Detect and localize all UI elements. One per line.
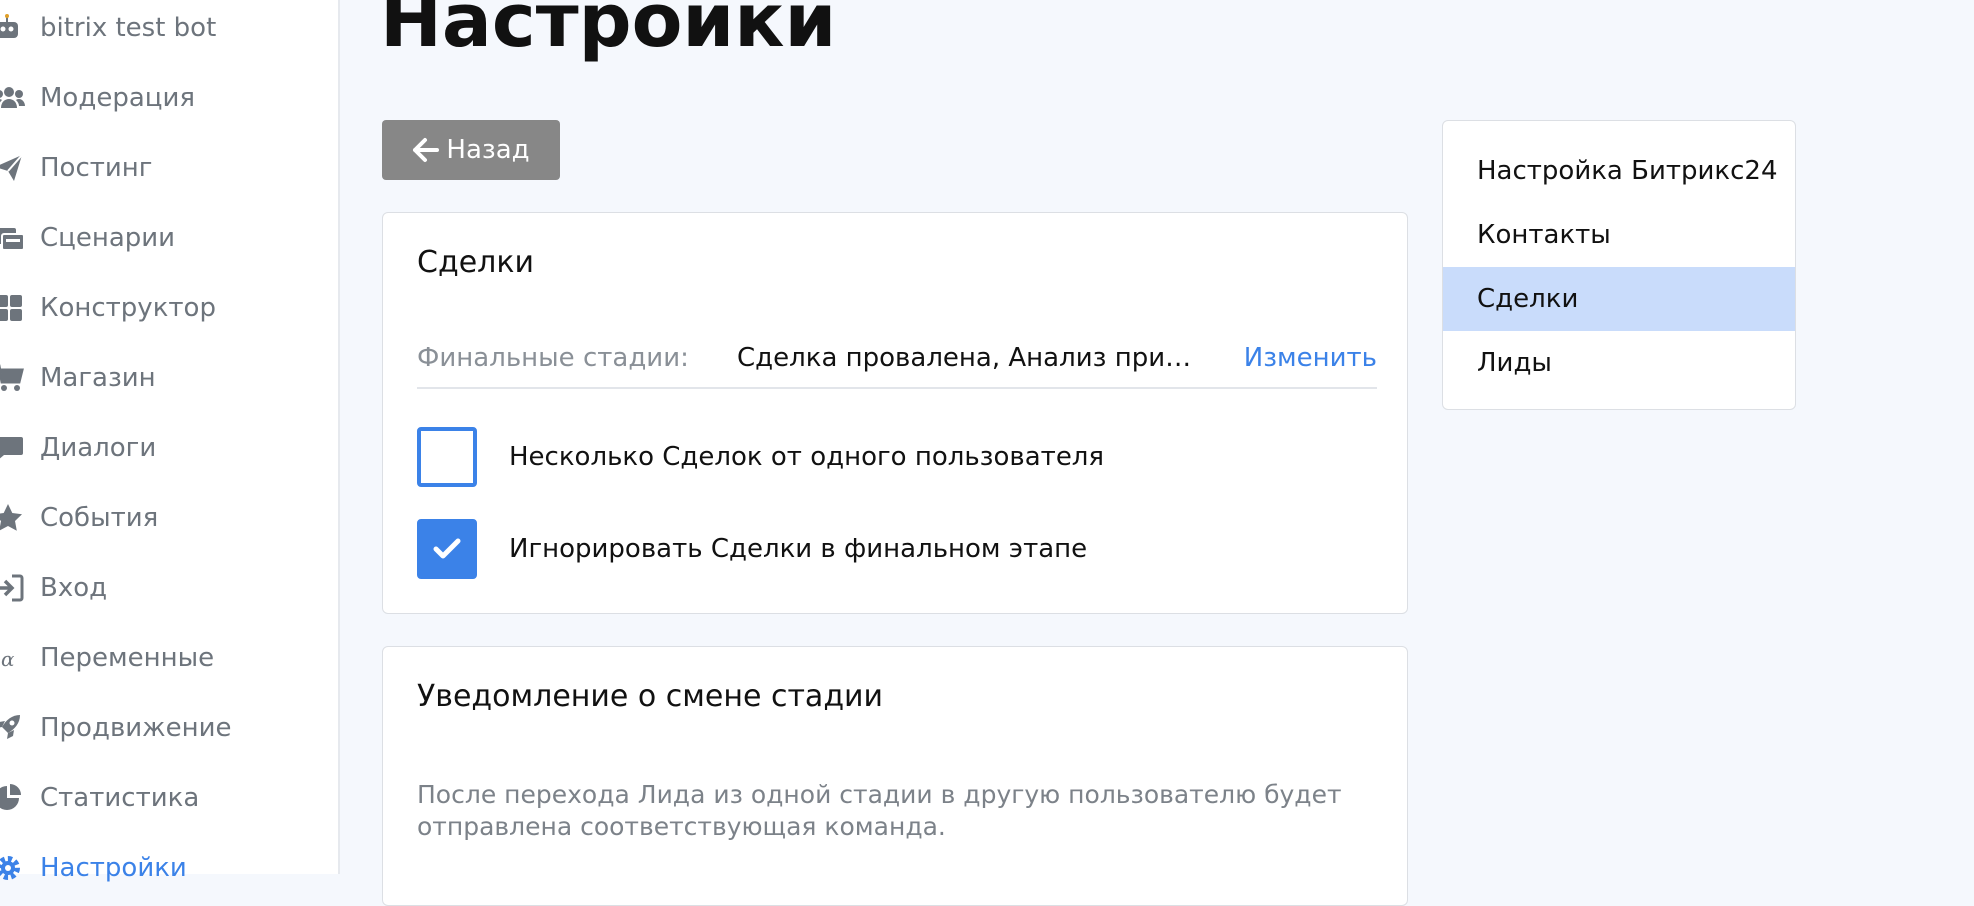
star-icon <box>0 502 32 534</box>
stage-notify-card: Уведомление о смене стадии После переход… <box>382 646 1408 906</box>
sidebar-item-label: Диалоги <box>40 433 157 463</box>
deals-card-title: Сделки <box>417 245 534 280</box>
paper-plane-icon <box>0 152 32 184</box>
sidebar-item-label: Конструктор <box>40 293 216 323</box>
sidebar-item-label: События <box>40 503 159 533</box>
stage-notify-title: Уведомление о смене стадии <box>417 679 884 714</box>
sidebar-item-label: Продвижение <box>40 713 232 743</box>
sidebar-item-scenarios[interactable]: Сценарии <box>0 218 175 258</box>
pie-chart-icon <box>0 782 32 814</box>
multiple-deals-option[interactable]: Несколько Сделок от одного пользователя <box>417 427 1104 487</box>
sidebar-item-statistics[interactable]: Статистика <box>0 778 199 818</box>
final-stages-row: Финальные стадии: Сделка провалена, Анал… <box>417 333 1377 389</box>
sidebar-item-label: Статистика <box>40 783 200 813</box>
deals-card: Сделки Финальные стадии: Сделка провален… <box>382 212 1408 614</box>
ignore-final-deals-label: Игнорировать Сделки в финальном этапе <box>509 534 1088 564</box>
multiple-deals-checkbox[interactable] <box>417 427 477 487</box>
final-stages-label: Финальные стадии: <box>417 343 689 373</box>
rocket-icon <box>0 712 32 744</box>
sidebar-item-dialogs[interactable]: Диалоги <box>0 428 156 468</box>
checkmark-icon <box>433 538 461 559</box>
cart-icon <box>0 362 32 394</box>
settings-side-menu: Настройка Битрикс24 Контакты Сделки Лиды <box>1442 120 1796 410</box>
multiple-deals-label: Несколько Сделок от одного пользователя <box>509 442 1105 472</box>
sidebar-item-label: Магазин <box>40 363 156 393</box>
sidebar-item-label: bitrix test bot <box>40 13 217 43</box>
side-menu-item-bitrix24[interactable]: Настройка Битрикс24 <box>1443 139 1795 203</box>
sidebar-item-label: Вход <box>40 573 108 603</box>
sidebar-item-shop[interactable]: Магазин <box>0 358 156 398</box>
side-menu-item-contacts[interactable]: Контакты <box>1443 203 1795 267</box>
robot-icon <box>0 12 32 44</box>
sidebar-item-label: Постинг <box>40 153 153 183</box>
sidebar-item-promotion[interactable]: Продвижение <box>0 708 231 748</box>
ignore-final-deals-option[interactable]: Игнорировать Сделки в финальном этапе <box>417 519 1087 579</box>
final-stages-value: Сделка провалена, Анализ причины провала <box>737 343 1197 373</box>
users-icon <box>0 82 32 114</box>
side-menu-item-leads[interactable]: Лиды <box>1443 331 1795 395</box>
sidebar-item-label: Настройки <box>40 853 187 883</box>
sidebar-item-login[interactable]: Вход <box>0 568 107 608</box>
arrow-left-icon <box>413 138 440 162</box>
grid-icon <box>0 292 32 324</box>
ignore-final-deals-checkbox[interactable] <box>417 519 477 579</box>
chat-icon <box>0 432 32 464</box>
sidebar-item-label: Сценарии <box>40 223 176 253</box>
gear-icon <box>0 852 32 884</box>
sidebar-item-settings[interactable]: Настройки <box>0 848 187 888</box>
stage-notify-description: После перехода Лида из одной стадии в др… <box>417 780 1342 841</box>
sidebar-item-variables[interactable]: α Переменные <box>0 638 214 678</box>
change-stages-link[interactable]: Изменить <box>1244 343 1377 373</box>
sidebar-item-label: Модерация <box>40 83 195 113</box>
sidebar-item-label: Переменные <box>40 643 215 673</box>
svg-text:α: α <box>1 647 15 671</box>
side-menu-item-deals[interactable]: Сделки <box>1443 267 1795 331</box>
sign-in-icon <box>0 572 32 604</box>
sidebar-item-moderation[interactable]: Модерация <box>0 78 195 118</box>
back-button[interactable]: Назад <box>382 120 560 180</box>
sidebar-item-bot[interactable]: bitrix test bot <box>0 8 216 48</box>
sidebar-item-events[interactable]: События <box>0 498 158 538</box>
back-button-label: Назад <box>446 135 530 165</box>
variable-icon: α <box>0 642 32 674</box>
scenarios-icon <box>0 222 32 254</box>
page-title: Настройки <box>380 0 837 64</box>
sidebar-item-constructor[interactable]: Конструктор <box>0 288 216 328</box>
sidebar: bitrix test bot Модерация Постинг Сценар… <box>0 0 340 883</box>
sidebar-item-posting[interactable]: Постинг <box>0 148 152 188</box>
